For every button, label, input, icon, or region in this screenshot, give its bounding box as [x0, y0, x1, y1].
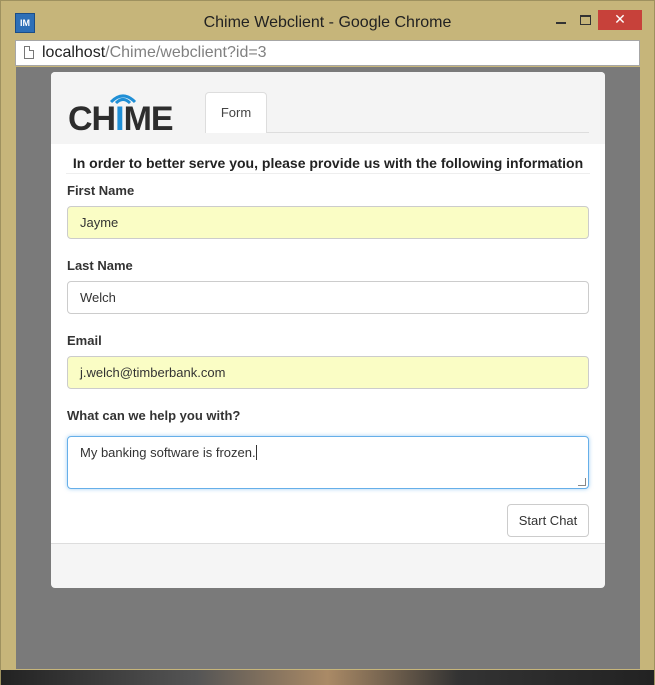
minimize-icon[interactable]: [549, 9, 573, 31]
email-label: Email: [67, 333, 102, 348]
title-bar[interactable]: IM Chime Webclient - Google Chrome ✕: [1, 1, 654, 39]
desktop-strip: [1, 670, 654, 685]
help-text: My banking software is frozen.: [80, 445, 256, 460]
logo-text-part: ME: [123, 100, 174, 138]
page-icon: [24, 46, 34, 59]
address-bar[interactable]: localhost/Chime/webclient?id=3: [15, 40, 640, 66]
url-host: localhost: [42, 44, 106, 61]
first-name-label: First Name: [67, 183, 135, 198]
help-label: What can we help you with?: [67, 408, 241, 423]
tab-divider: [266, 132, 589, 133]
email-input[interactable]: j.welch@timberbank.com: [67, 356, 589, 389]
logo-text-part: CH: [68, 100, 116, 138]
panel-footer: [51, 543, 605, 588]
form-intro: In order to better serve you, please pro…: [66, 155, 590, 174]
help-textarea[interactable]: My banking software is frozen.: [67, 436, 589, 489]
first-name-input[interactable]: Jayme: [67, 206, 589, 239]
url-path: /Chime/webclient?id=3: [105, 44, 267, 61]
resize-handle-icon[interactable]: [578, 478, 586, 486]
maximize-icon[interactable]: [574, 9, 598, 31]
chat-panel: CHIME Form In order to better serve you,…: [51, 72, 605, 588]
start-chat-button[interactable]: Start Chat: [507, 504, 589, 537]
panel-header: CHIME Form: [51, 72, 605, 144]
url-text[interactable]: localhost/Chime/webclient?id=3: [42, 44, 267, 62]
last-name-label: Last Name: [67, 258, 133, 273]
logo-text-accent: I: [115, 100, 125, 138]
page-content: CHIME Form In order to better serve you,…: [16, 67, 640, 669]
last-name-input[interactable]: Welch: [67, 281, 589, 314]
logo-text: CHIME: [68, 102, 174, 136]
chime-logo: CHIME: [68, 94, 174, 136]
text-caret: [255, 445, 257, 460]
tab-form[interactable]: Form: [205, 92, 267, 133]
browser-window: IM Chime Webclient - Google Chrome ✕ loc…: [0, 0, 655, 685]
close-icon[interactable]: ✕: [598, 10, 642, 30]
